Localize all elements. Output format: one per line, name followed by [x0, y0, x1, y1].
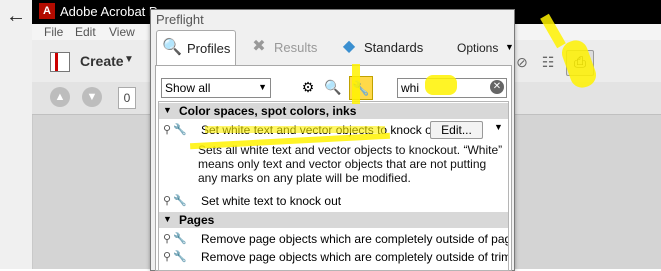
acrobat-title: Adobe Acrobat P — [60, 4, 158, 19]
highlight-mark — [205, 126, 385, 133]
back-arrow-icon[interactable]: ← — [6, 6, 26, 26]
acrobat-logo-icon: A — [39, 3, 55, 19]
section-header[interactable]: ▼ Color spaces, spot colors, inks — [159, 103, 508, 119]
standards-icon: ◆ — [342, 38, 356, 55]
page-number-field[interactable]: 0 — [118, 87, 136, 109]
options-menu[interactable]: Options — [457, 41, 498, 55]
collapse-triangle-icon: ▼ — [163, 214, 172, 224]
description-line: means only text and vector objects that … — [198, 157, 487, 171]
highlight-mark — [352, 64, 360, 104]
tab-results-label: Results — [274, 40, 318, 55]
tab-standards-label: Standards — [364, 40, 424, 55]
list-item[interactable]: ⚲🔧 Remove page objects which are complet… — [159, 248, 508, 266]
fixup-icon: ⚲🔧 — [163, 251, 189, 263]
menu-view[interactable]: View — [109, 25, 135, 39]
profile-info-icon[interactable]: ⚙ — [297, 76, 319, 98]
tab-standards[interactable]: ◆ Standards — [334, 30, 424, 64]
description-line: any marks on any plate will be modified. — [198, 171, 411, 185]
list-item-label: Set white text to knock out — [201, 194, 342, 208]
tab-profiles[interactable]: 🔍 Profiles — [156, 30, 236, 65]
create-button[interactable]: Create ▼ — [48, 48, 140, 76]
menu-edit[interactable]: Edit — [75, 25, 96, 39]
page-up-icon[interactable]: ▲ — [50, 87, 70, 107]
create-label: Create — [80, 53, 124, 69]
chevron-down-icon[interactable]: ▼ — [505, 42, 514, 52]
profiles-icon: 🔍 — [162, 39, 182, 56]
section-title: Color spaces, spot colors, inks — [179, 104, 357, 118]
edit-button[interactable]: Edit... — [430, 121, 483, 139]
list-item[interactable]: ⚲🔧 Set white text to knock out — [159, 192, 508, 210]
fixup-description: Sets all white text and vector objects t… — [198, 143, 502, 185]
filter-value: Show all — [165, 81, 211, 95]
fixup-icon: ⚲🔧 — [163, 124, 189, 136]
list-item[interactable]: ⚲🔧 Remove page objects which are complet… — [159, 230, 508, 248]
profile-filter-select[interactable]: Show all ▼ — [161, 78, 271, 98]
chevron-down-icon[interactable]: ▼ — [494, 122, 503, 132]
section-title: Pages — [179, 213, 215, 227]
chevron-down-icon: ▼ — [258, 82, 267, 92]
page-down-icon[interactable]: ▼ — [82, 87, 102, 107]
search-value: whi — [401, 81, 420, 95]
clear-search-icon[interactable]: ✕ — [490, 80, 504, 94]
list-item-label: Remove page objects which are completely… — [201, 232, 509, 246]
highlight-mark — [425, 75, 457, 95]
collapse-triangle-icon: ▼ — [163, 105, 172, 115]
tab-profiles-label: Profiles — [187, 41, 231, 56]
dialog-title: Preflight — [156, 12, 204, 27]
section-header[interactable]: ▼ Pages — [159, 212, 508, 228]
fixup-icon: ⚲🔧 — [163, 233, 189, 245]
fixup-icon: ⚲🔧 — [163, 195, 189, 207]
magnify-profile-icon[interactable]: 🔍 — [322, 76, 344, 98]
menu-file[interactable]: File — [44, 25, 63, 39]
create-pdf-icon — [50, 52, 70, 72]
results-icon: ✖ — [252, 38, 266, 55]
sign-tool-icon[interactable]: ⊘ — [512, 52, 532, 72]
left-strip — [0, 0, 33, 269]
list-item-label: Remove page objects which are completely… — [201, 250, 509, 264]
chevron-down-icon: ▼ — [124, 54, 134, 65]
settings-tool-icon[interactable]: ☷ — [538, 52, 558, 72]
tab-results[interactable]: ✖ Results — [244, 30, 324, 64]
